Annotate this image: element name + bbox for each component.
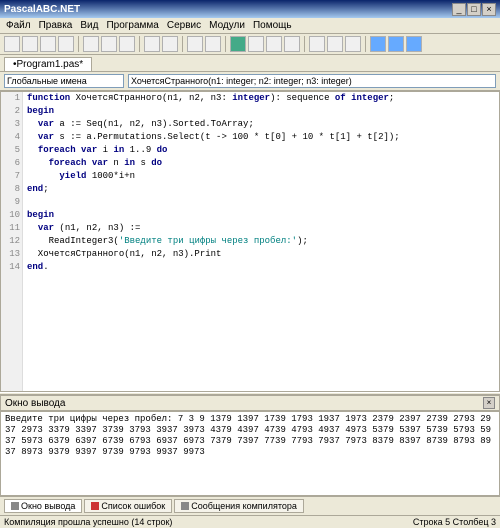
window-title: PascalABC.NET (4, 4, 452, 15)
maximize-button[interactable]: □ (467, 3, 481, 16)
menu-edit[interactable]: Правка (39, 20, 73, 31)
statusbar: Компиляция прошла успешно (14 строк) Стр… (0, 515, 500, 528)
toolbar-stop-icon[interactable] (266, 36, 282, 52)
toolbar-paste-icon[interactable] (119, 36, 135, 52)
toolbar-open-icon[interactable] (22, 36, 38, 52)
compiler-tab-icon (181, 502, 189, 510)
titlebar: PascalABC.NET _ □ × (0, 0, 500, 18)
file-tabbar: •Program1.pas* (0, 55, 500, 72)
menu-view[interactable]: Вид (80, 20, 98, 31)
toolbar-new-icon[interactable] (4, 36, 20, 52)
bottom-tab-compiler[interactable]: Сообщения компилятора (174, 499, 304, 513)
toolbar-redo-icon[interactable] (162, 36, 178, 52)
toolbar-sep (365, 36, 366, 52)
toolbar-copy-icon[interactable] (101, 36, 117, 52)
globals-scope-select[interactable]: Глобальные имена (4, 74, 124, 88)
line-gutter: 1234567891011121314 (1, 92, 23, 391)
globals-member-select[interactable]: ХочетсяСтранного(n1: integer; n2: intege… (128, 74, 496, 88)
bottom-tabbar: Окно вывода Список ошибок Сообщения комп… (0, 496, 500, 515)
menu-service[interactable]: Сервис (167, 20, 201, 31)
toolbar-undo-icon[interactable] (144, 36, 160, 52)
toolbar (0, 34, 500, 55)
code-area[interactable]: function ХочетсяСтранного(n1, n2, n3: in… (23, 92, 499, 391)
bottom-tab-errors[interactable]: Список ошибок (84, 499, 172, 513)
toolbar-stepin-icon[interactable] (327, 36, 343, 52)
status-compile: Компиляция прошла успешно (14 строк) (4, 517, 413, 527)
toolbar-runnd-icon[interactable] (248, 36, 264, 52)
toolbar-compile-icon[interactable] (284, 36, 300, 52)
toolbar-intellisense-icon[interactable] (370, 36, 386, 52)
code-editor[interactable]: 1234567891011121314 function ХочетсяСтра… (0, 91, 500, 392)
output-tab-icon (11, 502, 19, 510)
toolbar-sep (78, 36, 79, 52)
output-close-icon[interactable]: × (483, 397, 495, 409)
toolbar-sep (182, 36, 183, 52)
menu-help[interactable]: Помощь (253, 20, 292, 31)
output-title: Окно вывода × (0, 395, 500, 411)
toolbar-intellisense3-icon[interactable] (406, 36, 422, 52)
toolbar-sep (139, 36, 140, 52)
bottom-tab-output[interactable]: Окно вывода (4, 499, 82, 513)
tab-program1[interactable]: •Program1.pas* (4, 57, 92, 71)
toolbar-saveall-icon[interactable] (58, 36, 74, 52)
status-position: Строка 5 Столбец 3 (413, 517, 496, 527)
menu-file[interactable]: Файл (6, 20, 31, 31)
output-title-label: Окно вывода (5, 398, 65, 409)
toolbar-stepover-icon[interactable] (309, 36, 325, 52)
toolbar-run-icon[interactable] (230, 36, 246, 52)
toolbar-cut-icon[interactable] (83, 36, 99, 52)
toolbar-forward-icon[interactable] (205, 36, 221, 52)
toolbar-save-icon[interactable] (40, 36, 56, 52)
toolbar-intellisense2-icon[interactable] (388, 36, 404, 52)
globals-row: Глобальные имена ХочетсяСтранного(n1: in… (0, 72, 500, 91)
errors-tab-icon (91, 502, 99, 510)
window-buttons: _ □ × (452, 3, 496, 16)
toolbar-back-icon[interactable] (187, 36, 203, 52)
close-button[interactable]: × (482, 3, 496, 16)
menubar: Файл Правка Вид Программа Сервис Модули … (0, 18, 500, 34)
toolbar-sep (225, 36, 226, 52)
toolbar-sep (304, 36, 305, 52)
minimize-button[interactable]: _ (452, 3, 466, 16)
menu-program[interactable]: Программа (106, 20, 158, 31)
toolbar-stepout-icon[interactable] (345, 36, 361, 52)
menu-modules[interactable]: Модули (209, 20, 245, 31)
output-panel[interactable]: Введите три цифры через пробел: 7 3 9 13… (0, 411, 500, 496)
